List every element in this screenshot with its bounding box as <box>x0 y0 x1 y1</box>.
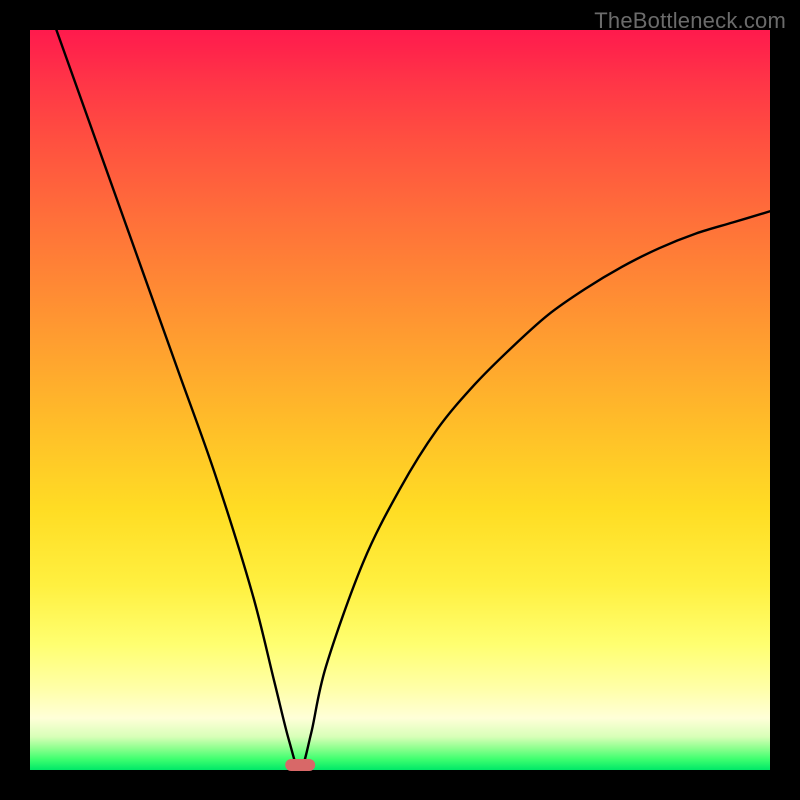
minimum-marker <box>285 759 315 771</box>
chart-frame: TheBottleneck.com <box>0 0 800 800</box>
bottleneck-curve <box>30 30 770 770</box>
plot-area <box>30 30 770 770</box>
watermark-text: TheBottleneck.com <box>594 8 786 34</box>
